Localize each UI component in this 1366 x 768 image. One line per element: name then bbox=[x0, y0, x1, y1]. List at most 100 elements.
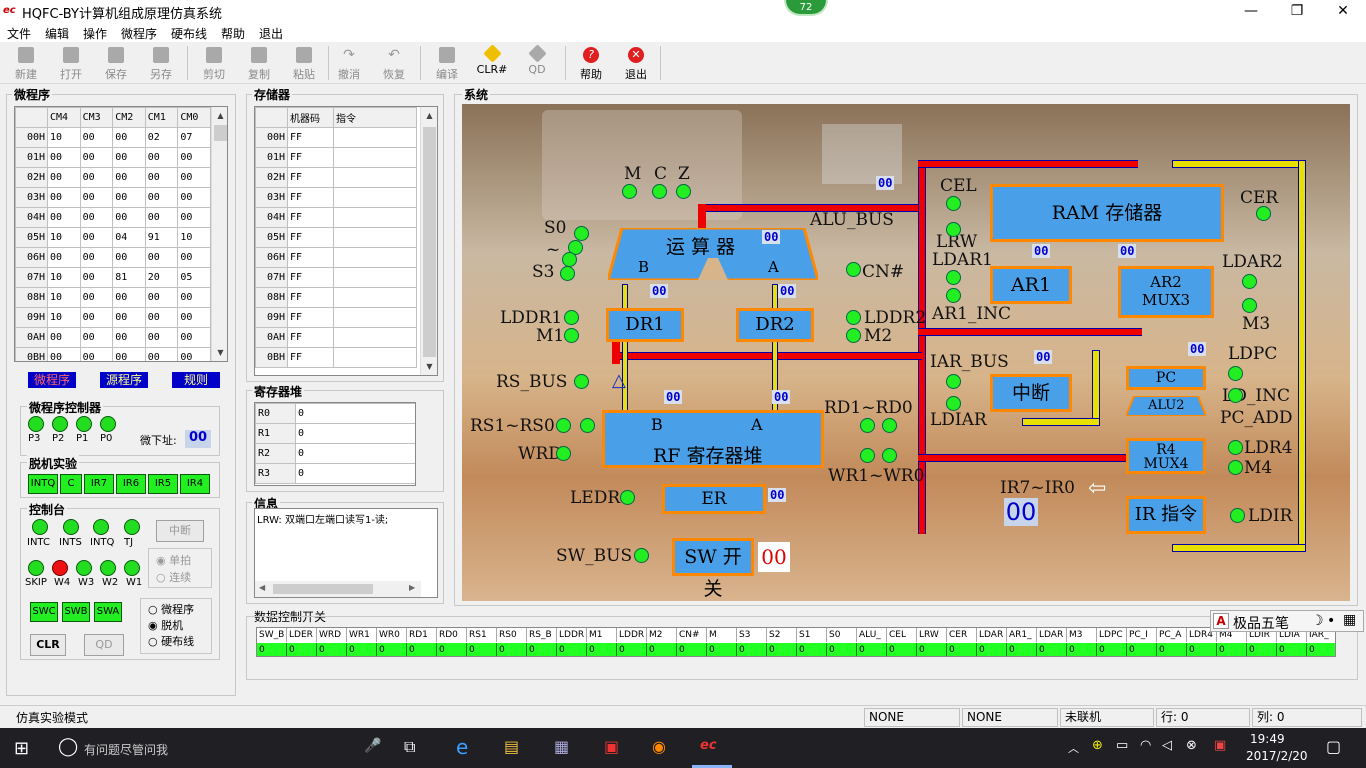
machine-code-cell[interactable]: FF bbox=[287, 287, 334, 308]
table-row[interactable]: 03H FF bbox=[255, 187, 417, 208]
signal-value[interactable]: 0 bbox=[827, 643, 857, 656]
keyboard-icon[interactable]: ▦ bbox=[1343, 612, 1356, 628]
signal-value[interactable]: 0 bbox=[797, 643, 827, 656]
scroll-right-icon[interactable]: ▶ bbox=[409, 583, 415, 592]
machine-code-cell[interactable]: FF bbox=[287, 127, 334, 148]
signal-value[interactable]: 0 bbox=[617, 643, 647, 656]
info-hscrollbar[interactable]: ◀ ▶ bbox=[255, 581, 421, 597]
mode-offline-radio[interactable]: ◉ 脱机 bbox=[148, 617, 183, 633]
cell-value[interactable]: 07 bbox=[177, 127, 211, 148]
tray-expand-icon[interactable]: ︿ bbox=[1068, 740, 1079, 756]
cell-value[interactable]: 00 bbox=[112, 307, 146, 328]
scroll-left-icon[interactable]: ◀ bbox=[259, 583, 265, 592]
signal-value[interactable]: 0 bbox=[1127, 643, 1157, 656]
table-row[interactable]: R3 0 bbox=[255, 463, 415, 484]
cell-value[interactable]: 00 bbox=[112, 347, 146, 361]
open-button[interactable]: 打开 bbox=[49, 45, 93, 81]
table-row[interactable]: 0BH FF bbox=[255, 347, 417, 368]
table-row[interactable]: 04H 00 00 00 00 00 bbox=[15, 207, 211, 228]
scroll-thumb[interactable] bbox=[273, 584, 373, 594]
micro-table[interactable]: CM4 CM3 CM2 CM1 CM0 00H 10 00 00 02 07 01H 00 00… bbox=[14, 106, 228, 362]
signal-value[interactable]: 0 bbox=[677, 643, 707, 656]
machine-code-cell[interactable]: FF bbox=[287, 167, 334, 188]
table-row[interactable]: 01H FF bbox=[255, 147, 417, 168]
cell-value[interactable]: 00 bbox=[144, 207, 179, 228]
ime-bar[interactable]: A 极品五笔 ☽ • ▦ bbox=[1210, 610, 1364, 632]
cell-value[interactable]: 00 bbox=[79, 287, 114, 308]
instruction-cell[interactable] bbox=[333, 247, 417, 268]
cell-value[interactable]: 00 bbox=[47, 187, 81, 208]
cell-value[interactable]: 00 bbox=[112, 207, 146, 228]
qd-button[interactable]: QD bbox=[515, 44, 559, 81]
cell-value[interactable]: 00 bbox=[112, 287, 146, 308]
signal-value[interactable]: 0 bbox=[467, 643, 497, 656]
signal-value[interactable]: 0 bbox=[1067, 643, 1097, 656]
cell-value[interactable]: 05 bbox=[177, 267, 211, 288]
machine-code-cell[interactable]: FF bbox=[287, 147, 334, 168]
table-row[interactable]: R1 0 bbox=[255, 423, 415, 444]
table-row[interactable]: 09H 10 00 00 00 00 bbox=[15, 307, 211, 328]
regfile-table[interactable]: R0 0 R1 0 R2 0 R3 0 bbox=[254, 402, 416, 486]
signal-value[interactable]: 0 bbox=[737, 643, 767, 656]
swb-button[interactable]: SWB bbox=[62, 602, 90, 622]
maximize-button[interactable]: ❐ bbox=[1274, 0, 1320, 22]
cell-value[interactable]: 00 bbox=[79, 327, 114, 348]
cortana-icon[interactable]: ◯ bbox=[58, 736, 78, 757]
table-row[interactable]: 08H FF bbox=[255, 287, 417, 308]
source-program-button[interactable]: 源程序 bbox=[100, 372, 148, 388]
mode-micro-radio[interactable]: ○ 微程序 bbox=[148, 601, 194, 617]
table-row[interactable]: 0AH 00 00 00 00 00 bbox=[15, 327, 211, 348]
cell-value[interactable]: 00 bbox=[177, 307, 211, 328]
cell-value[interactable]: 10 bbox=[177, 227, 211, 248]
cell-value[interactable]: 00 bbox=[177, 207, 211, 228]
instruction-cell[interactable] bbox=[333, 187, 417, 208]
notepad-icon[interactable]: ▦ bbox=[554, 737, 569, 756]
table-row[interactable]: 00H FF bbox=[255, 127, 417, 148]
cell-value[interactable]: 00 bbox=[177, 167, 211, 188]
cell-value[interactable]: 10 bbox=[47, 287, 81, 308]
table-row[interactable]: 05H FF bbox=[255, 227, 417, 248]
table-row[interactable]: 00H 10 00 00 02 07 bbox=[15, 127, 211, 148]
exit-button[interactable]: ✕ 退出 bbox=[614, 45, 658, 81]
instruction-cell[interactable] bbox=[333, 327, 417, 348]
register-value[interactable]: 0 bbox=[295, 443, 415, 464]
edge-icon[interactable]: e bbox=[456, 735, 468, 759]
table-row[interactable]: 08H 10 00 00 00 00 bbox=[15, 287, 211, 308]
signal-value[interactable]: 0 bbox=[527, 643, 557, 656]
single-step-radio[interactable]: ◉ 单拍 bbox=[156, 552, 191, 568]
cell-value[interactable]: 91 bbox=[144, 227, 179, 248]
windows-start-icon[interactable]: ⊞ bbox=[14, 738, 29, 759]
cell-value[interactable]: 00 bbox=[112, 187, 146, 208]
cell-value[interactable]: 00 bbox=[177, 287, 211, 308]
signal-value[interactable]: 0 bbox=[257, 643, 287, 656]
cell-value[interactable]: 00 bbox=[79, 307, 114, 328]
table-row[interactable]: 07H FF bbox=[255, 267, 417, 288]
cell-value[interactable]: 00 bbox=[144, 327, 179, 348]
signal-value[interactable]: 0 bbox=[707, 643, 737, 656]
register-value[interactable]: 0 bbox=[295, 423, 415, 444]
sim-app-icon[interactable]: ec bbox=[700, 738, 717, 753]
offline-ir6-button[interactable]: IR6 bbox=[116, 474, 146, 494]
cell-value[interactable]: 00 bbox=[79, 167, 114, 188]
instruction-cell[interactable] bbox=[333, 167, 417, 188]
menu-microprogram[interactable]: 微程序 bbox=[121, 25, 157, 42]
memory-table[interactable]: 机器码 指令 00H FF 01H FF 02H FF 03H FF 04H FF 05H FF 06H… bbox=[254, 106, 438, 376]
table-row[interactable]: 01H 00 00 00 00 00 bbox=[15, 147, 211, 168]
cell-value[interactable]: 00 bbox=[79, 207, 114, 228]
signal-value[interactable]: 0 bbox=[1157, 643, 1187, 656]
cell-value[interactable]: 00 bbox=[177, 187, 211, 208]
signal-value[interactable]: 0 bbox=[317, 643, 347, 656]
explorer-icon[interactable]: ▤ bbox=[504, 737, 519, 756]
machine-code-cell[interactable]: FF bbox=[287, 227, 334, 248]
cell-value[interactable]: 00 bbox=[47, 147, 81, 168]
menu-help[interactable]: 帮助 bbox=[221, 25, 245, 42]
cell-value[interactable]: 00 bbox=[144, 307, 179, 328]
signal-value[interactable]: 0 bbox=[767, 643, 797, 656]
cell-value[interactable]: 81 bbox=[112, 267, 146, 288]
instruction-cell[interactable] bbox=[333, 207, 417, 228]
minimize-button[interactable]: — bbox=[1228, 0, 1274, 22]
cell-value[interactable]: 00 bbox=[144, 167, 179, 188]
cell-value[interactable]: 00 bbox=[177, 347, 211, 361]
data-switch-strip[interactable]: SW_B 0 LDER 0 WRD 0 WR1 0 WR0 0 RD1 0 RD0 0 RS1 0 RS0 0 RS… bbox=[256, 627, 1336, 657]
signal-value[interactable]: 0 bbox=[857, 643, 887, 656]
